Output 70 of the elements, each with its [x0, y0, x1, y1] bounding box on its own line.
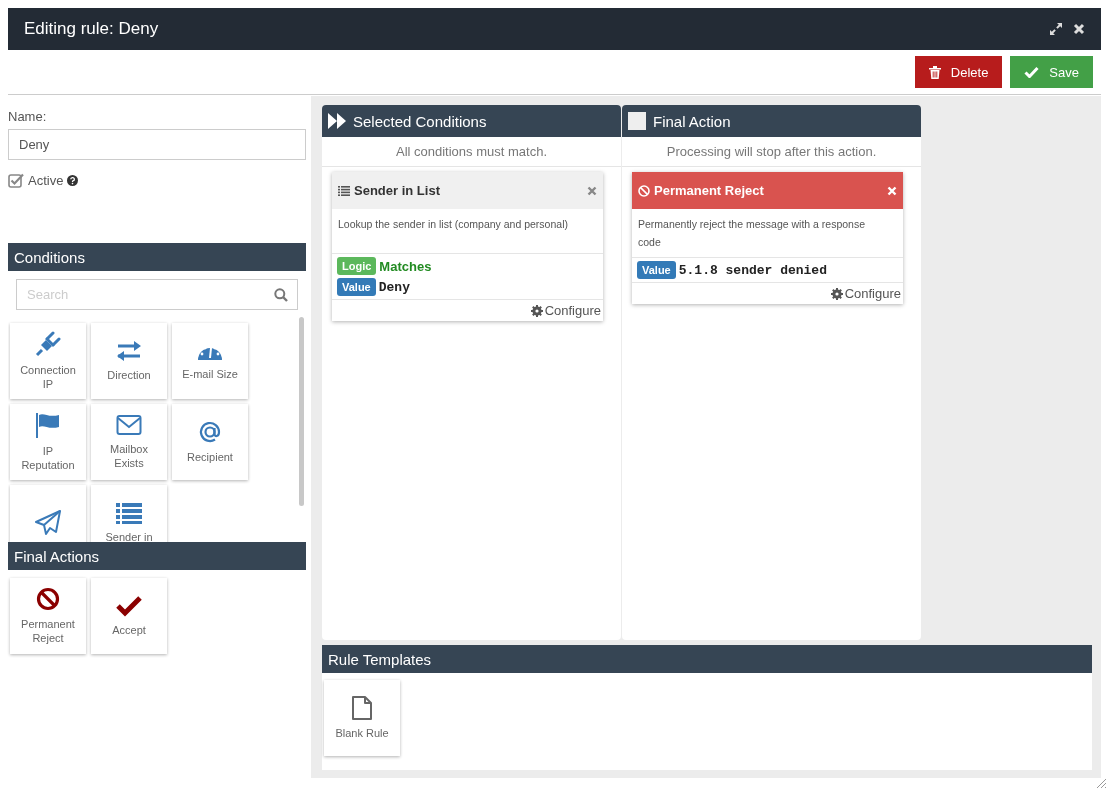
tile-label: Recipient — [187, 450, 233, 464]
card-title: Sender in List — [354, 183, 441, 198]
ban-icon — [638, 184, 650, 197]
check-icon — [116, 595, 142, 617]
list-icon — [338, 185, 350, 196]
paper-plane-icon — [35, 510, 61, 536]
check-icon — [1024, 66, 1040, 78]
expand-icon[interactable] — [1049, 22, 1063, 36]
trash-icon — [928, 65, 941, 79]
tile-label: Blank Rule — [335, 726, 389, 740]
toolbar-button[interactable]: Save — [1010, 56, 1093, 88]
panel-header: Conditions — [8, 243, 306, 271]
param-value: Matches — [379, 258, 432, 274]
gear-icon — [530, 304, 543, 317]
column-hint: All conditions must match. — [322, 137, 621, 167]
condition-tile[interactable]: E-mail Size — [172, 323, 248, 399]
column-hint: Processing will stop after this action. — [622, 137, 921, 167]
active-label: Active — [28, 172, 64, 188]
tile-label: IP Reputation — [20, 444, 76, 472]
flag-icon — [35, 412, 61, 438]
column-title: Final Action — [653, 112, 731, 130]
scrollbar[interactable] — [299, 317, 304, 506]
condition-tile[interactable]: IP Reputation — [10, 404, 86, 480]
condition-tile[interactable] — [10, 485, 86, 542]
card-description: Lookup the sender in list (company and personal) — [332, 209, 603, 254]
tile-label: Connection IP — [19, 363, 77, 391]
action-tile[interactable]: Accept — [91, 578, 167, 654]
arrows-icon — [116, 340, 142, 362]
template-tile[interactable]: Blank Rule — [324, 680, 400, 756]
configure-link[interactable]: Configure — [830, 286, 901, 301]
card-title: Permanent Reject — [654, 183, 765, 198]
condition-tile[interactable]: Mailbox Exists — [91, 404, 167, 480]
active-checkbox[interactable] — [8, 172, 24, 188]
param-badge: Value — [637, 261, 676, 279]
param-value: Deny — [378, 279, 410, 295]
list-icon — [116, 502, 142, 524]
window-title: Editing rule: Deny — [24, 19, 159, 39]
name-label: Name: — [8, 109, 48, 124]
condition-tile[interactable]: Connection IP — [10, 323, 86, 399]
tile-label: Accept — [112, 623, 146, 637]
param-badge: Value — [337, 278, 376, 296]
configure-link[interactable]: Configure — [530, 303, 601, 318]
plug-icon — [35, 331, 61, 357]
at-sign-icon — [198, 420, 222, 444]
panel-header: Rule Templates — [322, 645, 1092, 673]
condition-tile[interactable]: Sender in — [91, 485, 167, 542]
param-badge: Logic — [337, 257, 377, 275]
resize-grip-icon[interactable] — [1096, 778, 1107, 789]
tile-label: Sender in — [105, 530, 153, 542]
action-tile[interactable]: Permanent Reject — [10, 578, 86, 654]
tile-label: Mailbox Exists — [109, 442, 149, 470]
tile-label: E-mail Size — [182, 367, 238, 381]
gear-icon — [830, 287, 843, 300]
tile-label: Permanent Reject — [20, 617, 76, 645]
toolbar-button[interactable]: Delete — [914, 56, 1003, 88]
help-icon[interactable] — [67, 174, 79, 186]
column-title: Selected Conditions — [353, 112, 487, 130]
tile-label: Direction — [107, 368, 151, 382]
ban-icon — [36, 587, 60, 611]
param-value: 5.1.8 sender denied — [678, 262, 827, 278]
square-icon — [628, 112, 646, 130]
card-description: Permanently reject the message with a response code — [632, 209, 903, 258]
double-play-icon — [328, 113, 346, 129]
condition-tile[interactable]: Direction — [91, 323, 167, 399]
envelope-icon — [116, 414, 142, 436]
search-icon — [274, 288, 288, 302]
condition-tile[interactable]: Recipient — [172, 404, 248, 480]
panel-header: Final Actions — [8, 542, 306, 570]
file-icon — [352, 696, 372, 720]
name-field[interactable]: Deny — [8, 129, 306, 160]
